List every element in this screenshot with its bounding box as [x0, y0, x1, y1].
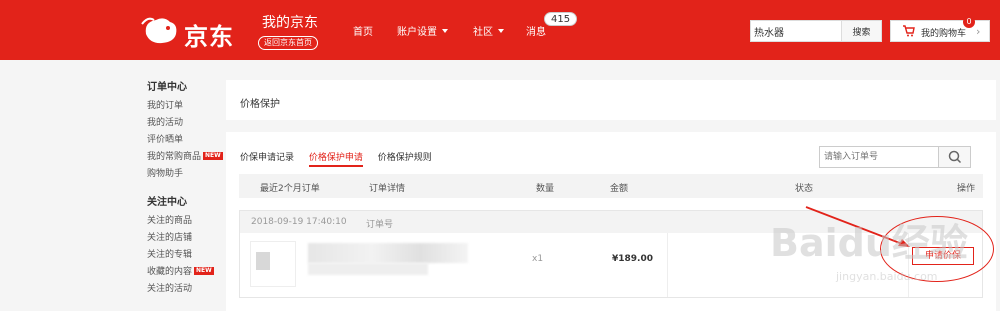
- search-input[interactable]: [751, 21, 841, 41]
- search-button[interactable]: 搜索: [841, 21, 881, 41]
- search-icon: [948, 150, 962, 164]
- order-search: [819, 146, 971, 168]
- order-quantity: x1: [532, 254, 544, 264]
- back-home-link[interactable]: 返回京东首页: [258, 36, 318, 50]
- order-number-label: 订单号: [366, 220, 394, 230]
- column-header: 数量: [536, 184, 555, 194]
- sidebar-item-my-orders[interactable]: 我的订单: [147, 98, 227, 115]
- sidebar-group-title: 关注中心: [147, 197, 187, 208]
- chevron-down-icon: [442, 29, 448, 33]
- product-name-blurred[interactable]: [308, 243, 468, 263]
- order-search-button[interactable]: [938, 147, 970, 167]
- nav-home[interactable]: 首页: [353, 23, 373, 38]
- chevron-right-icon: ›: [976, 25, 981, 38]
- brand-name: 京东: [184, 23, 234, 51]
- page-title: 价格保护: [240, 99, 280, 110]
- sidebar: 订单中心 我的订单 我的活动 评价晒单 我的常购商品 NEW 购物助手 关注中心 …: [147, 78, 227, 298]
- column-header: 订单详情: [369, 184, 406, 194]
- page-title-panel: 价格保护: [226, 80, 996, 120]
- column-header: 操作: [957, 184, 976, 194]
- sidebar-item-reviews[interactable]: 评价晒单: [147, 132, 227, 149]
- chevron-down-icon: [498, 29, 504, 33]
- watermark-url: jingyan.baidu.com: [835, 270, 938, 283]
- baidu-jingyan-watermark: Baidu经验 jingyan.baidu.com: [770, 221, 968, 283]
- watermark-text: Baidu经验: [770, 221, 968, 265]
- sidebar-item-my-activities[interactable]: 我的活动: [147, 115, 227, 132]
- cart-label: 我的购物车: [921, 29, 967, 39]
- product-spec-blurred: [308, 263, 428, 275]
- divider: [667, 233, 668, 297]
- cart-count-badge: 0: [963, 16, 975, 28]
- tab-apply-records[interactable]: 价保申请记录: [240, 150, 294, 165]
- order-amount: ¥189.00: [612, 254, 653, 264]
- column-header: 金额: [610, 184, 629, 194]
- nav-messages[interactable]: 消息: [526, 23, 546, 38]
- message-count-badge: 415: [544, 12, 578, 26]
- column-header: 状态: [795, 184, 814, 194]
- site-search: 搜索: [750, 20, 882, 42]
- shopping-cart-icon: [903, 25, 915, 37]
- sidebar-item-followed-products[interactable]: 关注的商品: [147, 213, 227, 230]
- sidebar-item-frequent-products[interactable]: 我的常购商品 NEW: [147, 149, 227, 166]
- new-badge: NEW: [203, 152, 223, 160]
- tab-price-protect-rules[interactable]: 价格保护规则: [378, 150, 432, 165]
- tab-price-protect-apply[interactable]: 价格保护申请: [308, 150, 363, 167]
- table-header: 最近2个月订单 订单详情 数量 金额 状态 操作: [239, 174, 983, 198]
- sidebar-item-followed-activities[interactable]: 关注的活动: [147, 281, 227, 298]
- my-jd-title[interactable]: 我的京东: [262, 12, 318, 32]
- sidebar-item-followed-shops[interactable]: 关注的店铺: [147, 230, 227, 247]
- jd-dog-mascot-icon: [141, 17, 177, 44]
- new-badge: NEW: [194, 267, 214, 275]
- cart-button[interactable]: 我的购物车: [890, 20, 990, 42]
- top-header: 京东 我的京东 返回京东首页 首页 账户设置 社区 消息 415 搜索 我的购物…: [0, 0, 1000, 60]
- sidebar-item-saved-content[interactable]: 收藏的内容 NEW: [147, 264, 227, 281]
- sidebar-group-title: 订单中心: [147, 82, 187, 93]
- product-thumbnail[interactable]: [250, 241, 296, 287]
- order-datetime: 2018-09-19 17:40:10: [251, 217, 347, 227]
- nav-community[interactable]: 社区: [473, 23, 504, 38]
- sidebar-item-followed-albums[interactable]: 关注的专辑: [147, 247, 227, 264]
- order-number-input[interactable]: [820, 147, 938, 167]
- column-header: 最近2个月订单: [260, 184, 320, 194]
- tab-bar: 价保申请记录 价格保护申请 价格保护规则: [240, 150, 444, 167]
- sidebar-item-shopping-assistant[interactable]: 购物助手: [147, 166, 227, 183]
- nav-account-settings[interactable]: 账户设置: [397, 23, 448, 38]
- jd-logo[interactable]: 京东: [140, 12, 252, 51]
